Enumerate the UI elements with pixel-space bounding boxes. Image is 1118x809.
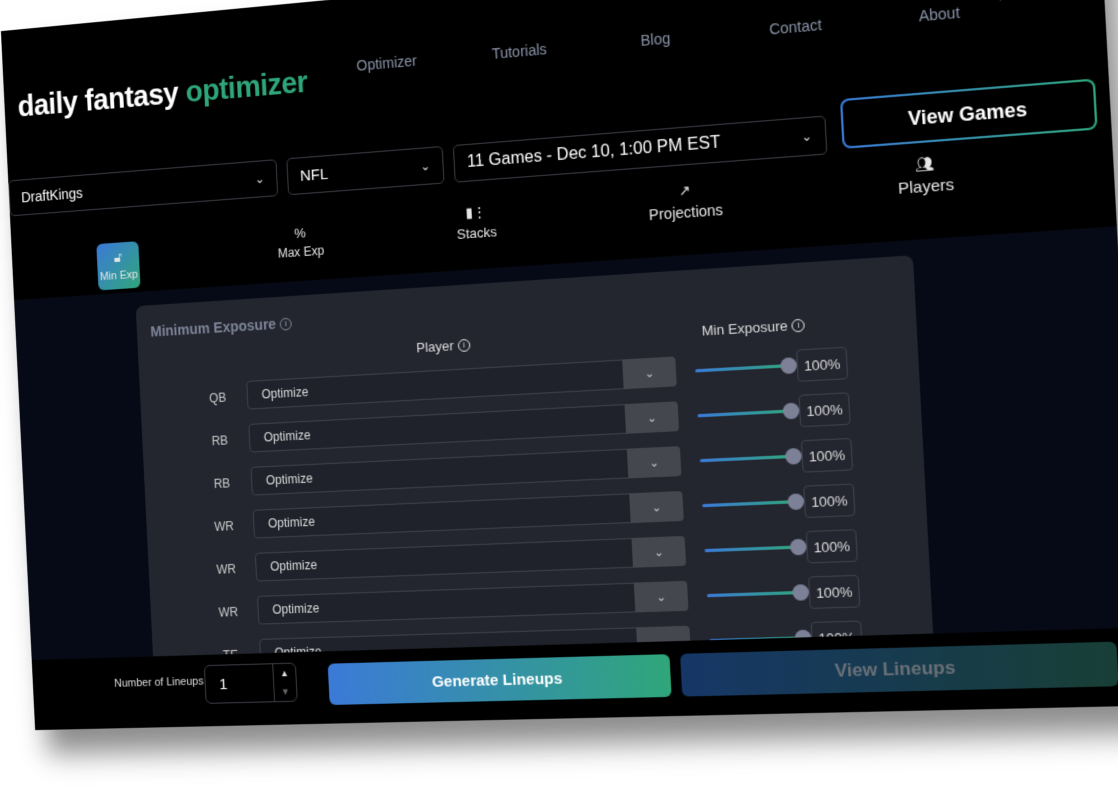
header: daily fantasy optimizer Optimizer Tutori… xyxy=(0,0,1115,291)
player-header-text: Player xyxy=(415,337,455,356)
position-label: WR xyxy=(218,604,239,620)
trend-icon: ↗ xyxy=(678,181,691,199)
nav-blog[interactable]: Blog xyxy=(586,25,725,54)
site-select[interactable]: DraftKings ⌄ xyxy=(8,159,279,217)
info-icon[interactable]: i xyxy=(279,317,293,331)
player-select[interactable]: Optimize ⌄ xyxy=(256,580,689,625)
tab-min-exp[interactable]: 🔓︎ Min Exp xyxy=(96,241,141,291)
main-nav: Optimizer Tutorials Blog Contact About xyxy=(321,0,1013,77)
exposure-slider[interactable] xyxy=(704,538,807,556)
panel-title-text: Minimum Exposure xyxy=(150,315,277,340)
chevron-down-icon[interactable]: ⌄ xyxy=(633,580,689,613)
decrement-icon[interactable]: ▼ xyxy=(281,686,290,697)
tab-label: Stacks xyxy=(456,223,498,243)
position-label: RB xyxy=(211,433,229,449)
position-label: QB xyxy=(208,390,227,406)
logo-text: daily fantasy xyxy=(16,77,180,124)
chevron-down-icon[interactable]: ⌄ xyxy=(626,446,682,479)
tab-label: Max Exp xyxy=(277,243,325,261)
tab-label: Min Exp xyxy=(99,268,139,284)
logo-accent-text: optimizer xyxy=(184,65,309,110)
chevron-down-icon: ⌄ xyxy=(419,158,431,174)
sport-select-value: NFL xyxy=(299,164,329,185)
sport-select[interactable]: NFL ⌄ xyxy=(286,145,445,196)
slate-select[interactable]: 11 Games - Dec 10, 1:00 PM EST ⌄ xyxy=(452,115,828,183)
chevron-down-icon[interactable]: ⌄ xyxy=(624,401,680,434)
info-icon[interactable]: i xyxy=(457,338,471,353)
player-select[interactable]: Optimize ⌄ xyxy=(254,535,687,582)
slider-thumb[interactable] xyxy=(784,447,803,465)
exposure-slider[interactable] xyxy=(695,357,798,375)
exposure-input[interactable]: 100% xyxy=(798,392,851,428)
bars-icon: ▮⋮ xyxy=(465,203,487,221)
site-select-value: DraftKings xyxy=(20,184,84,206)
tab-label: Projections xyxy=(648,201,724,224)
exposure-input[interactable]: 100% xyxy=(808,574,861,609)
panel-title: Minimum Exposure i xyxy=(150,315,293,340)
exposure-input[interactable]: 100% xyxy=(796,346,849,382)
slider-thumb[interactable] xyxy=(780,357,798,375)
exposure-slider[interactable] xyxy=(706,584,810,601)
player-select-value: Optimize xyxy=(272,600,320,617)
stepper-controls: ▲ ▼ xyxy=(272,663,297,702)
player-select-value: Optimize xyxy=(267,514,316,531)
exposure-column-header: Min Exposure i xyxy=(701,317,806,339)
lineups-label: Number of Lineups xyxy=(113,675,204,690)
chevron-down-icon[interactable]: ⌄ xyxy=(629,490,684,524)
exposure-header-text: Min Exposure xyxy=(701,317,789,339)
slider-thumb[interactable] xyxy=(782,402,800,420)
position-label: RB xyxy=(213,476,231,492)
chevron-down-icon[interactable]: ⌄ xyxy=(622,356,677,390)
lineups-value[interactable]: 1 xyxy=(219,676,228,694)
chevron-down-icon: ⌄ xyxy=(800,128,813,145)
main-content: Minimum Exposure i Player i Min Exposure i … xyxy=(14,226,1118,731)
slider-thumb[interactable] xyxy=(789,538,807,556)
nav-contact[interactable]: Contact xyxy=(724,12,867,42)
exposure-slider[interactable] xyxy=(699,447,803,465)
player-select-value: Optimize xyxy=(261,384,309,402)
player-select-value: Optimize xyxy=(265,471,314,488)
info-icon[interactable]: i xyxy=(791,318,806,333)
tab-label: Players xyxy=(897,175,955,199)
lineups-stepper[interactable]: 1 ▲ ▼ xyxy=(203,662,298,704)
view-games-button[interactable]: View Games xyxy=(839,78,1098,149)
player-select-value: Optimize xyxy=(269,557,318,574)
exposure-input[interactable]: 100% xyxy=(800,437,854,473)
position-label: WR xyxy=(216,561,237,577)
player-select[interactable]: Optimize ⌄ xyxy=(248,401,680,453)
view-lineups-button[interactable]: View Lineups xyxy=(680,641,1118,697)
exposure-slider[interactable] xyxy=(697,402,800,420)
chevron-down-icon: ⌄ xyxy=(254,171,265,187)
increment-icon[interactable]: ▲ xyxy=(280,668,289,679)
exposure-input[interactable]: 100% xyxy=(803,483,856,519)
tab-projections[interactable]: ↗ Projections xyxy=(626,178,746,225)
nav-tutorials[interactable]: Tutorials xyxy=(452,37,587,66)
percent-icon: % xyxy=(293,224,307,242)
position-label: WR xyxy=(214,518,235,535)
slate-select-value: 11 Games - Dec 10, 1:00 PM EST xyxy=(466,133,721,172)
lock-icon: 🔓︎ xyxy=(113,249,123,266)
player-select-value: Optimize xyxy=(263,427,311,445)
exposure-slider[interactable] xyxy=(702,493,805,511)
tab-max-exp[interactable]: % Max Exp xyxy=(260,222,341,262)
player-select[interactable]: Optimize ⌄ xyxy=(250,446,682,496)
slider-thumb[interactable] xyxy=(787,493,805,511)
logo[interactable]: daily fantasy optimizer xyxy=(17,66,308,125)
users-icon: 👥︎ xyxy=(915,155,935,173)
tab-players[interactable]: 👥︎ Players xyxy=(863,151,988,200)
slider-thumb[interactable] xyxy=(792,584,810,601)
tab-stacks[interactable]: ▮⋮ Stacks xyxy=(429,201,523,244)
exposure-input[interactable]: 100% xyxy=(805,529,858,564)
app-window: daily fantasy optimizer Optimizer Tutori… xyxy=(0,0,1118,731)
stage: daily fantasy optimizer Optimizer Tutori… xyxy=(0,0,1118,809)
player-select[interactable]: Optimize ⌄ xyxy=(246,356,677,410)
player-select[interactable]: Optimize ⌄ xyxy=(252,490,684,539)
chevron-down-icon[interactable]: ⌄ xyxy=(631,535,687,568)
nav-optimizer[interactable]: Optimizer xyxy=(321,49,453,77)
generate-lineups-button[interactable]: Generate Lineups xyxy=(327,654,672,706)
player-column-header: Player i xyxy=(416,337,471,356)
